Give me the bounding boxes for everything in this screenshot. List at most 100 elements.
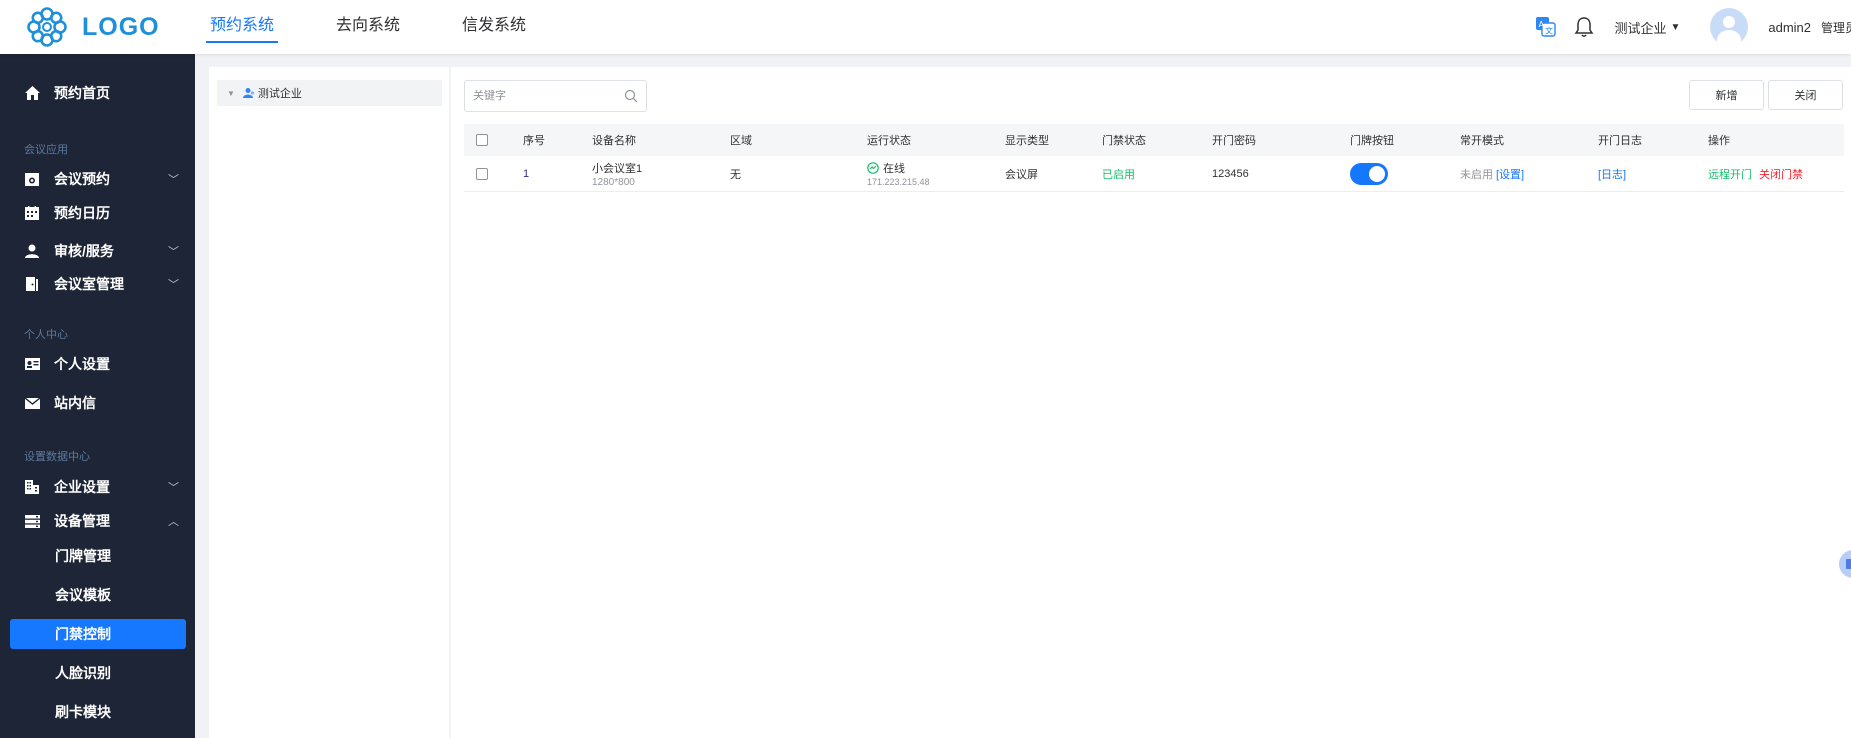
sidebar-group-data: 设置数据中心	[24, 451, 90, 463]
search-icon[interactable]	[624, 89, 638, 103]
add-button[interactable]: 新增	[1689, 80, 1764, 110]
open-log-link[interactable]: [日志]	[1598, 166, 1626, 182]
sidebar-item-booking-calendar[interactable]: 预约日历	[0, 197, 195, 229]
sidebar-item-room-management[interactable]: 会议室管理 ﹀	[0, 268, 195, 300]
normally-open-settings-link[interactable]: [设置]	[1496, 166, 1524, 182]
sidebar-item-home[interactable]: 预约首页	[0, 77, 195, 109]
sidebar-item-label: 企业设置	[54, 479, 110, 495]
column-header: 门牌按钮	[1350, 135, 1394, 147]
password-cell: 123456	[1212, 167, 1249, 180]
top-nav: 预约系统 去向系统 信发系统	[205, 0, 588, 54]
chevron-down-icon: ﹀	[168, 246, 179, 258]
sidebar-item-device-management[interactable]: 设备管理 ︿	[0, 505, 195, 537]
sidebar-item-meeting-booking[interactable]: 会议预约 ﹀	[0, 163, 195, 195]
search-box	[464, 80, 647, 112]
sidebar-sub-face-recognition[interactable]: 人脸识别	[0, 658, 195, 688]
sidebar-item-label: 预约日历	[54, 205, 110, 221]
caret-down-icon[interactable]: ▼	[227, 89, 235, 98]
device-name-cell: 小会议室1 1280*800	[592, 156, 642, 191]
sidebar-item-label: 站内信	[54, 395, 96, 411]
column-header: 设备名称	[592, 135, 636, 147]
sidebar-sub-label: 门牌管理	[55, 548, 111, 564]
area-cell: 无	[730, 168, 741, 181]
user-icon	[24, 243, 40, 259]
org-icon	[242, 88, 255, 98]
company-select[interactable]: 测试企业 ▼	[1614, 18, 1680, 37]
tree-node-root[interactable]: ▼ 测试企业	[217, 80, 442, 106]
log-cell: [日志]	[1598, 156, 1626, 191]
row-select-cell	[476, 156, 488, 191]
select-all-checkbox[interactable]	[476, 134, 488, 146]
tree-node-label: 测试企业	[257, 88, 302, 100]
chevron-down-icon: ﹀	[168, 279, 179, 291]
home-icon	[24, 85, 40, 101]
sidebar-item-label: 设备管理	[54, 513, 110, 529]
button-switch-cell	[1350, 156, 1388, 191]
sidebar-item-label: 会议预约	[54, 171, 110, 187]
logo-icon	[27, 7, 67, 47]
side-float-handle[interactable]	[1839, 550, 1851, 578]
top-header: LOGO 预约系统 去向系统 信发系统 A 文 测试企业 ▼ admin2 管理…	[0, 0, 1851, 54]
logo[interactable]: LOGO	[26, 6, 160, 48]
sidebar-item-label: 审核/服务	[54, 243, 114, 259]
column-header: 开门密码	[1212, 135, 1256, 147]
column-header: 运行状态	[867, 135, 911, 147]
avatar[interactable]	[1710, 8, 1749, 46]
translate-icon[interactable]: A 文	[1536, 17, 1557, 37]
chevron-down-icon: ▼	[1670, 21, 1681, 33]
sidebar-item-inbox[interactable]: 站内信	[0, 387, 195, 419]
device-name: 小会议室1	[592, 162, 643, 175]
chevron-down-icon: ﹀	[168, 482, 179, 494]
device-ip: 171.223.215.48	[867, 177, 930, 187]
close-button[interactable]: 关闭	[1768, 80, 1843, 110]
search-input[interactable]	[473, 90, 623, 102]
sidebar-sub-label: 刷卡模块	[55, 704, 111, 720]
chevron-down-icon: ﹀	[168, 174, 179, 186]
sidebar-sub-meeting-template[interactable]: 会议模板	[0, 580, 195, 610]
access-status-cell: 已启用	[1102, 168, 1135, 181]
device-table: 序号 设备名称 区域 运行状态 显示类型 门禁状态 开门密码 门牌按钮 常开模式…	[464, 124, 1844, 192]
normally-open-cell: 未启用 [设置]	[1460, 156, 1524, 191]
nav-whereabouts-system[interactable]: 去向系统	[336, 0, 400, 54]
svg-text:文: 文	[1545, 26, 1553, 36]
column-header: 门禁状态	[1102, 135, 1146, 147]
online-icon	[867, 162, 879, 174]
nav-booking-system[interactable]: 预约系统	[205, 0, 279, 54]
header-right: A 文 测试企业 ▼ admin2 管理员	[1536, 0, 1851, 54]
row-index: 1	[523, 167, 530, 180]
close-access-link[interactable]: 关闭门禁	[1759, 166, 1803, 182]
username[interactable]: admin2	[1768, 20, 1811, 35]
nav-signage-system[interactable]: 信发系统	[462, 0, 526, 54]
bell-icon[interactable]	[1574, 16, 1594, 38]
column-header: 序号	[523, 135, 545, 147]
sidebar-item-personal-settings[interactable]: 个人设置	[0, 348, 195, 380]
select-all-cell	[476, 124, 488, 156]
column-header: 开门日志	[1598, 135, 1642, 147]
main-panel: 新增 关闭 序号 设备名称 区域 运行状态 显示类型 门禁状态 开门密码 门牌按…	[451, 67, 1851, 738]
calendar-icon	[24, 205, 40, 221]
mail-icon	[24, 395, 40, 411]
sidebar-item-enterprise-settings[interactable]: 企业设置 ﹀	[0, 471, 195, 503]
logo-text: LOGO	[82, 12, 160, 41]
svg-text:A: A	[1539, 20, 1545, 29]
id-card-icon	[24, 356, 40, 372]
sidebar-sub-label: 人脸识别	[55, 665, 111, 681]
sidebar-item-label: 个人设置	[54, 356, 110, 372]
company-name: 测试企业	[1614, 20, 1667, 36]
door-button-toggle[interactable]	[1350, 162, 1388, 185]
sidebar-group-personal: 个人中心	[24, 329, 68, 341]
sidebar-sub-access-control[interactable]: 门禁控制	[10, 619, 186, 649]
column-header: 显示类型	[1005, 135, 1049, 147]
actions-cell: 远程开门 关闭门禁	[1708, 156, 1803, 191]
sidebar-item-review-service[interactable]: 审核/服务 ﹀	[0, 235, 195, 267]
sidebar-sub-card-module[interactable]: 刷卡模块	[0, 697, 195, 727]
column-header: 常开模式	[1460, 135, 1504, 147]
sidebar-sub-doorplate[interactable]: 门牌管理	[0, 541, 195, 571]
row-checkbox[interactable]	[476, 167, 488, 180]
sidebar-item-label: 预约首页	[54, 85, 110, 101]
table-header: 序号 设备名称 区域 运行状态 显示类型 门禁状态 开门密码 门牌按钮 常开模式…	[464, 124, 1844, 156]
table-row: 1 小会议室1 1280*800 无 在线 171.223.215.48 会议屏…	[464, 156, 1844, 192]
remote-open-link[interactable]: 远程开门	[1708, 166, 1752, 182]
sidebar: 预约首页 会议应用 会议预约 ﹀ 预约日历 审核/服务 ﹀ 会议室管理 ﹀ 个人…	[0, 54, 195, 738]
calendar-box-icon	[24, 171, 40, 187]
